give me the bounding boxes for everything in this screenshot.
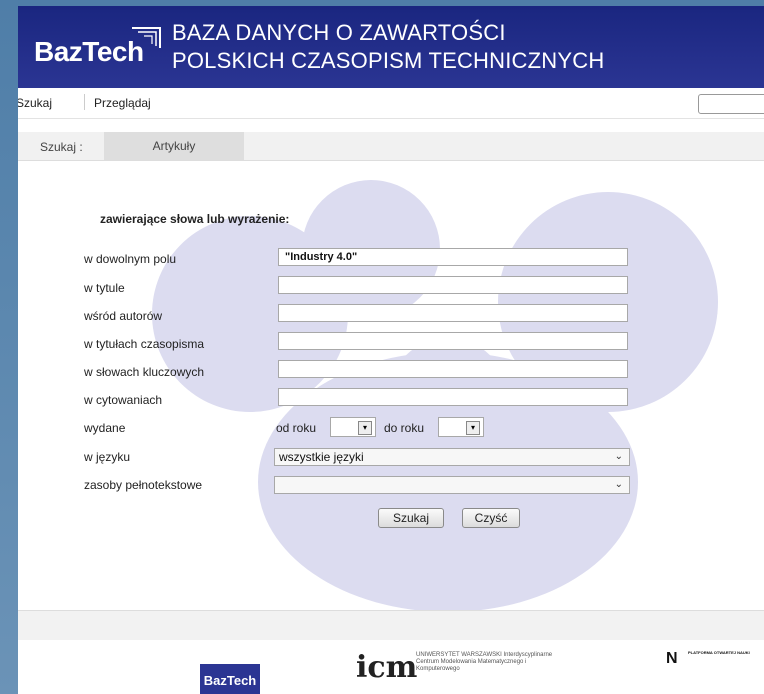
search-form-area: zawierające słowa lub wyrażenie: w dowol… — [18, 162, 764, 612]
footer-icm-logo[interactable]: icm — [356, 650, 417, 685]
quick-search-input[interactable] — [698, 94, 764, 114]
footer-pon-caption: PLATFORMA OTWARTEJ NAUKI — [688, 650, 750, 655]
field-label-citations: w cytowaniach — [84, 393, 163, 407]
from-year-select[interactable]: ▾ — [330, 417, 376, 437]
tab-articles[interactable]: Artykuły — [104, 132, 244, 160]
baztech-logo[interactable]: BazTech — [34, 36, 144, 68]
language-selected: wszystkie języki — [279, 450, 364, 464]
field-label-journal-titles: w tytułach czasopisma — [84, 337, 205, 351]
footer-pon-logo[interactable]: N — [666, 650, 678, 668]
dropdown-arrow-icon: ▾ — [466, 421, 480, 435]
language-select[interactable]: wszystkie języki ⌄ — [274, 448, 630, 466]
page: BazTech BAZA DANYCH O ZAWARTOŚCI POLSKIC… — [18, 6, 764, 694]
footer-bar — [18, 610, 764, 641]
nav-separator — [84, 94, 85, 110]
tab-bar-label: Szukaj : — [40, 140, 83, 154]
form-section-title: zawierające słowa lub wyrażenie: — [100, 212, 290, 226]
field-label-published: wydane — [84, 421, 126, 435]
journal-titles-input[interactable] — [278, 332, 628, 350]
any-field-input[interactable]: "Industry 4.0" — [278, 248, 628, 266]
to-year-select[interactable]: ▾ — [438, 417, 484, 437]
field-label-title: w tytule — [84, 281, 125, 295]
to-year-label: do roku — [384, 421, 425, 435]
citations-input[interactable] — [278, 388, 628, 406]
fulltext-select[interactable]: ⌄ — [274, 476, 630, 494]
site-header: BazTech BAZA DANYCH O ZAWARTOŚCI POLSKIC… — [18, 6, 764, 88]
nav-browse-link[interactable]: Przeglądaj — [94, 96, 151, 110]
header-title-line2: POLSKICH CZASOPISM TECHNICZNYCH — [172, 48, 605, 73]
header-title-line1: BAZA DANYCH O ZAWARTOŚCI — [172, 20, 506, 45]
field-label-authors: wśród autorów — [84, 309, 163, 323]
field-label-language: w języku — [84, 450, 131, 464]
footer-icm-caption: UNIWERSYTET WARSZAWSKI Interdyscyplinarn… — [416, 652, 553, 672]
top-navigation: Szukaj Przeglądaj — [18, 88, 764, 119]
authors-input[interactable] — [278, 304, 628, 322]
keywords-input[interactable] — [278, 360, 628, 378]
chevron-down-icon: ⌄ — [614, 479, 623, 490]
field-label-any: w dowolnym polu — [84, 252, 177, 266]
logo-swoosh-icon — [132, 27, 161, 48]
tab-bar: Szukaj : Artykuły — [18, 132, 764, 161]
dropdown-arrow-icon: ▾ — [358, 421, 372, 435]
chevron-down-icon: ⌄ — [614, 451, 623, 462]
clear-button[interactable]: Czyść — [462, 508, 520, 528]
from-year-label: od roku — [276, 421, 317, 435]
footer-logos: BazTech icm UNIWERSYTET WARSZAWSKI Inter… — [18, 640, 764, 694]
footer-baztech-logo[interactable]: BazTech — [200, 664, 260, 694]
field-label-keywords: w słowach kluczowych — [84, 365, 205, 379]
search-button[interactable]: Szukaj — [378, 508, 444, 528]
title-input[interactable] — [278, 276, 628, 294]
field-label-fulltext: zasoby pełnotekstowe — [84, 478, 203, 492]
nav-search-link[interactable]: Szukaj — [18, 96, 52, 110]
